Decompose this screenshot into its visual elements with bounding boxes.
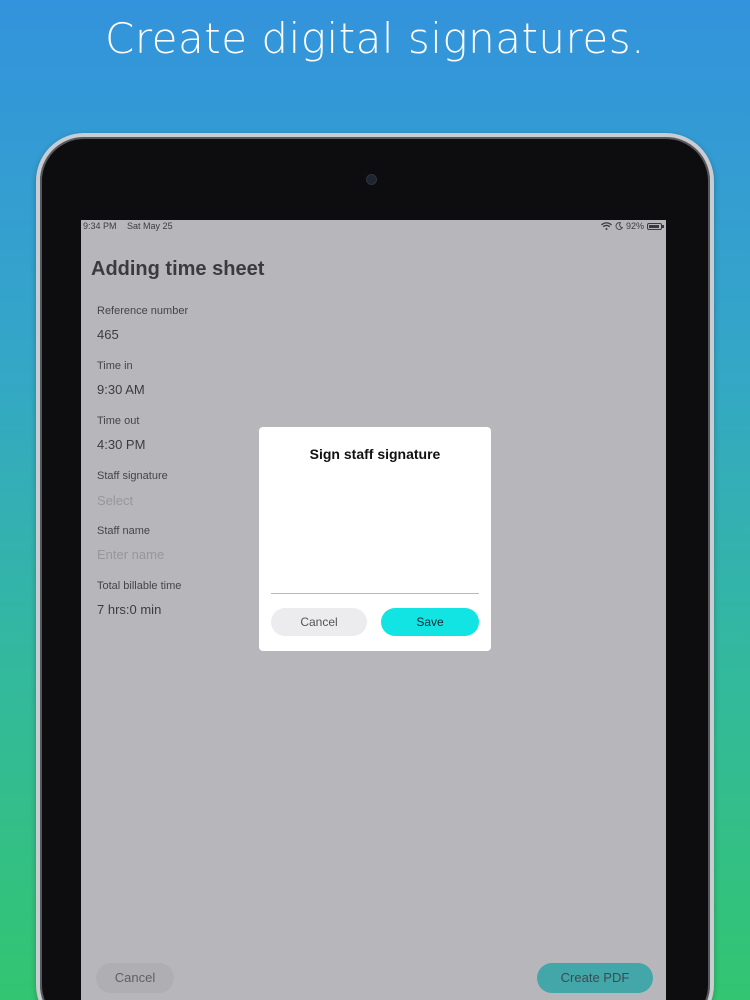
camera-icon [367, 175, 376, 184]
headline: Create digital signatures. [105, 14, 645, 63]
dialog-title: Sign staff signature [309, 446, 441, 462]
dialog-cancel-button[interactable]: Cancel [271, 608, 367, 636]
signature-pad[interactable] [271, 476, 479, 594]
app-screen: 9:34 PM Sat May 25 92% Adding time sheet… [81, 220, 666, 1000]
signature-dialog: Sign staff signature Cancel Save [259, 427, 491, 651]
dialog-save-button[interactable]: Save [381, 608, 479, 636]
